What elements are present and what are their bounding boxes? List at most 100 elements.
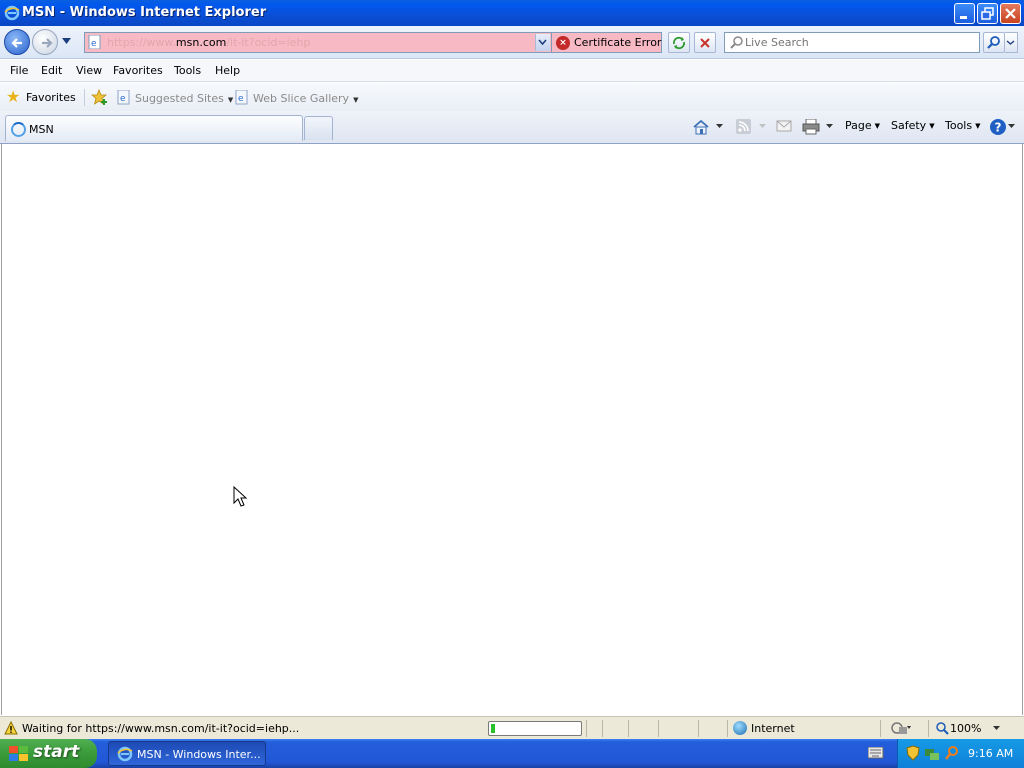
safety-menu-button[interactable]: Safety ▼ <box>891 117 935 137</box>
svg-text:?: ? <box>995 121 1002 135</box>
url-host: msn.com <box>175 36 227 49</box>
chevron-down-icon <box>538 39 547 46</box>
restore-button[interactable] <box>977 3 998 24</box>
internet-zone-icon <box>733 721 747 735</box>
search-options-button[interactable] <box>1005 32 1018 53</box>
svg-text:e: e <box>238 94 244 104</box>
recent-pages-dropdown-icon[interactable] <box>62 38 71 44</box>
refresh-icon <box>672 36 686 50</box>
favorites-divider <box>84 89 85 106</box>
tab-msn[interactable]: MSN <box>5 115 303 141</box>
refresh-button[interactable] <box>668 32 690 53</box>
progress-bar <box>488 721 582 736</box>
ie-page-icon: e <box>117 90 130 105</box>
address-dropdown-button[interactable] <box>535 34 550 51</box>
status-divider <box>880 720 881 737</box>
address-text: https://www.msn.com/it-it?ocid=iehp <box>107 36 310 49</box>
certificate-error-icon: × <box>556 36 570 50</box>
certificate-error-label: Certificate Error <box>574 36 662 49</box>
security-zone-label[interactable]: Internet <box>751 722 795 735</box>
address-field[interactable]: e https://www.msn.com/it-it?ocid=iehp <box>84 32 552 53</box>
feeds-icon[interactable] <box>736 119 752 135</box>
favorites-label: Favorites <box>26 91 76 104</box>
svg-text:e: e <box>120 94 126 104</box>
zoom-icon <box>936 722 949 735</box>
taskbar-item-ie[interactable]: MSN - Windows Inter... <box>108 741 266 766</box>
page-content[interactable] <box>1 144 1023 715</box>
chevron-down-icon <box>1006 40 1015 45</box>
ie-page-icon: e <box>235 90 248 105</box>
windows-flag-icon <box>9 746 28 761</box>
keyboard-icon[interactable] <box>868 747 884 759</box>
minimize-icon <box>960 16 967 19</box>
search-button[interactable] <box>983 32 1005 53</box>
tools-menu-label: Tools <box>945 119 973 132</box>
new-tab-button[interactable] <box>304 116 333 140</box>
read-mail-icon[interactable] <box>776 119 792 133</box>
feeds-dropdown-icon[interactable] <box>759 124 766 129</box>
stop-button[interactable] <box>694 32 716 53</box>
clock[interactable]: 9:16 AM <box>968 747 1013 760</box>
favorites-button[interactable]: ★ Favorites <box>4 87 82 108</box>
web-slice-gallery-link[interactable]: e Web Slice Gallery ▼ <box>235 90 358 105</box>
status-divider <box>658 720 659 737</box>
menu-file[interactable]: File <box>10 64 28 77</box>
close-button[interactable] <box>1000 3 1021 24</box>
forward-button[interactable] <box>32 29 58 55</box>
system-tray: 9:16 AM <box>897 739 1024 768</box>
search-box[interactable] <box>724 32 980 53</box>
security-shield-icon[interactable] <box>906 745 920 761</box>
search-icon <box>730 36 743 49</box>
home-dropdown-icon[interactable] <box>716 124 723 129</box>
page-menu-button[interactable]: Page ▼ <box>845 117 880 137</box>
tab-label: MSN <box>29 123 54 136</box>
menu-bar: File Edit View Favorites Tools Help <box>0 60 1024 82</box>
menu-favorites[interactable]: Favorites <box>113 64 163 77</box>
url-prefix: https://www. <box>107 36 176 49</box>
network-icon[interactable] <box>924 745 940 761</box>
protected-mode-icon[interactable] <box>890 721 912 735</box>
search-input[interactable] <box>745 35 975 50</box>
help-dropdown-icon[interactable] <box>1008 124 1015 129</box>
start-label: start <box>33 742 80 762</box>
menu-help[interactable]: Help <box>215 64 240 77</box>
page-icon: e <box>88 35 101 49</box>
stop-icon <box>700 38 710 48</box>
status-divider <box>727 720 728 737</box>
zoom-level[interactable]: 100% <box>950 722 981 735</box>
home-icon[interactable] <box>692 119 710 135</box>
menu-edit[interactable]: Edit <box>41 64 62 77</box>
search-tray-icon[interactable] <box>944 745 960 761</box>
suggested-sites-label: Suggested Sites <box>135 92 224 105</box>
progress-fill <box>491 724 495 733</box>
url-suffix: /it-it?ocid=iehp <box>226 36 311 49</box>
ie-logo-icon <box>4 5 20 21</box>
page-menu-label: Page <box>845 119 872 132</box>
title-bar[interactable]: MSN - Windows Internet Explorer <box>0 0 1024 26</box>
favorites-bar: ★ Favorites e Suggested Sites ▼ e Web Sli… <box>0 83 1024 111</box>
taskbar-item-label: MSN - Windows Inter... <box>137 748 261 761</box>
menu-tools[interactable]: Tools <box>174 64 201 77</box>
menu-view[interactable]: View <box>76 64 102 77</box>
status-divider <box>628 720 629 737</box>
safety-menu-label: Safety <box>891 119 927 132</box>
zoom-dropdown-icon[interactable] <box>993 726 1000 731</box>
status-text: Waiting for https://www.msn.com/it-it?oc… <box>22 722 300 735</box>
add-to-favorites-bar-icon[interactable] <box>91 89 109 106</box>
magnifier-icon <box>987 36 1000 49</box>
forward-arrow-icon <box>42 38 53 48</box>
window-title: MSN - Windows Internet Explorer <box>22 5 267 20</box>
tools-menu-button[interactable]: Tools ▼ <box>945 117 981 137</box>
print-dropdown-icon[interactable] <box>826 124 833 129</box>
certificate-error-button[interactable]: × Certificate Error <box>552 32 662 53</box>
help-icon[interactable]: ? <box>989 118 1007 136</box>
minimize-button[interactable] <box>954 3 975 24</box>
favorites-star-icon: ★ <box>6 87 21 106</box>
print-icon[interactable] <box>802 119 820 135</box>
suggested-sites-link[interactable]: e Suggested Sites ▼ <box>117 90 233 105</box>
ie-logo-icon <box>117 746 133 762</box>
warning-icon <box>4 721 18 735</box>
back-button[interactable] <box>4 29 30 55</box>
start-button[interactable]: start <box>0 739 97 768</box>
status-bar: Waiting for https://www.msn.com/it-it?oc… <box>0 716 1024 739</box>
